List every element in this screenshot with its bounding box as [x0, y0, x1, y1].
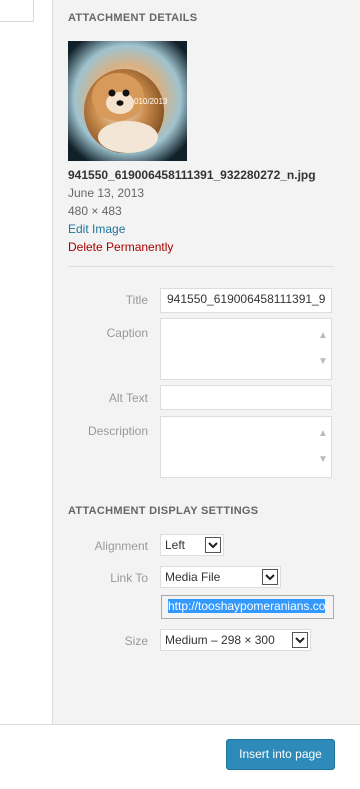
title-label: Title — [125, 293, 148, 307]
pomeranian-dog-photo: 010/2013 — [68, 41, 187, 161]
edit-image-link[interactable]: Edit Image — [68, 222, 125, 236]
scroll-up-icon[interactable]: ▲ — [318, 429, 328, 439]
link-to-label: Link To — [110, 571, 148, 585]
caption-label: Caption — [106, 326, 148, 340]
size-select[interactable]: Medium – 298 × 300 — [160, 629, 311, 651]
link-url-text: http://tooshaypomeranians.co — [168, 599, 326, 613]
attachment-sidebar: ATTACHMENT DETAILS 010/2013 941550_61900… — [53, 0, 360, 724]
media-library-pane — [0, 0, 53, 724]
alignment-label: Alignment — [94, 539, 148, 553]
media-item-box[interactable] — [0, 0, 34, 22]
scroll-up-icon[interactable]: ▲ — [318, 331, 328, 341]
alt-text-label: Alt Text — [108, 391, 148, 405]
chevron-down-icon — [205, 537, 221, 553]
chevron-down-icon — [262, 569, 278, 585]
scroll-down-icon[interactable]: ▼ — [318, 357, 328, 367]
thumbnail-watermark: 010/2013 — [134, 97, 168, 106]
insert-into-page-button[interactable]: Insert into page — [226, 739, 335, 770]
attachment-date: June 13, 2013 — [68, 186, 145, 200]
section-divider — [68, 266, 334, 267]
title-input[interactable]: 941550_619006458111391_9 — [160, 288, 332, 313]
caption-textarea[interactable]: ▲ ▼ — [160, 318, 332, 380]
attachment-details-heading: ATTACHMENT DETAILS — [68, 12, 198, 24]
alt-text-input[interactable] — [160, 385, 332, 410]
delete-permanently-link[interactable]: Delete Permanently — [68, 240, 173, 254]
size-label: Size — [124, 634, 148, 648]
chevron-down-icon — [292, 632, 308, 648]
attachment-filename: 941550_619006458111391_932280272_n.jpg — [68, 168, 316, 182]
alignment-select[interactable]: Left — [160, 534, 224, 556]
link-url-input[interactable]: http://tooshaypomeranians.co — [161, 595, 334, 619]
display-settings-heading: ATTACHMENT DISPLAY SETTINGS — [68, 505, 259, 517]
description-label: Description — [87, 424, 148, 438]
attachment-dimensions: 480 × 483 — [68, 204, 122, 218]
size-value: Medium – 298 × 300 — [165, 633, 275, 647]
alignment-value: Left — [165, 538, 186, 552]
scroll-down-icon[interactable]: ▼ — [318, 455, 328, 465]
link-to-select[interactable]: Media File — [160, 566, 281, 588]
link-to-value: Media File — [165, 570, 221, 584]
description-textarea[interactable]: ▲ ▼ — [160, 416, 332, 478]
media-modal-toolbar: Insert into page — [0, 724, 360, 789]
attachment-thumbnail[interactable]: 010/2013 — [68, 41, 187, 161]
